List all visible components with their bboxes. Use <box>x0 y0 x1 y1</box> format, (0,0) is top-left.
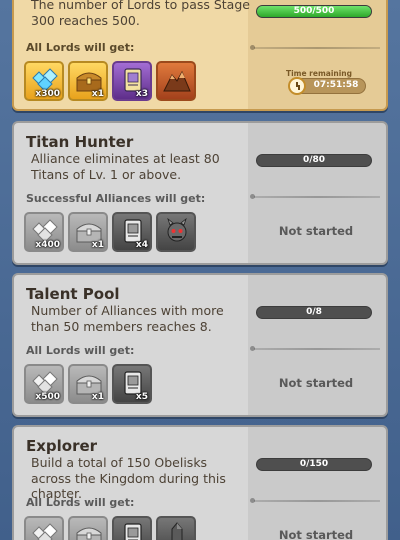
quest-description: Number of Alliances with more than 50 me… <box>31 303 224 334</box>
obelisk-icon <box>162 521 192 540</box>
divider <box>250 498 380 503</box>
diamonds-icon <box>30 521 60 540</box>
reward-quantity: x1 <box>91 392 104 402</box>
divider <box>250 346 380 351</box>
progress-text: 500/500 <box>293 6 335 16</box>
reward-quantity: x1 <box>91 240 104 250</box>
reward-item[interactable]: x5 <box>112 364 152 404</box>
reward-item[interactable] <box>156 516 196 540</box>
reward-label: All Lords will get: <box>26 41 135 54</box>
progress-bar: 0/150 <box>256 458 372 471</box>
reward-item[interactable] <box>156 212 196 252</box>
status-text: Not started <box>278 528 354 540</box>
reward-list: x500 x1 x5 <box>24 364 152 404</box>
quest-card-titan-hunter: Titan Hunter Alliance eliminates at leas… <box>12 121 388 265</box>
reward-quantity: x5 <box>135 392 148 402</box>
status-text: Not started <box>278 376 354 390</box>
reward-item[interactable]: x4 <box>112 212 152 252</box>
reward-quantity: x1 <box>91 89 104 99</box>
reward-quantity: x4 <box>135 240 148 250</box>
reward-list: x400 x1 x4 <box>24 212 196 252</box>
quest-title: Titan Hunter <box>26 133 134 151</box>
reward-quantity: x500 <box>35 392 60 402</box>
reward-list <box>24 516 196 540</box>
quest-card-explorer: Explorer Build a total of 150 Obelisks a… <box>12 425 388 540</box>
reward-item[interactable]: x300 <box>24 61 64 101</box>
quest-card-talent-pool: Talent Pool Number of Alliances with mor… <box>12 273 388 417</box>
quest-description: The number of Lords to pass Stage 300 re… <box>31 0 250 28</box>
scroll-icon <box>118 521 148 540</box>
titan-icon <box>162 217 192 245</box>
countdown-timer: 07:51:58 <box>288 77 366 95</box>
reward-quantity: x300 <box>35 89 60 99</box>
divider <box>250 45 380 50</box>
reward-label: All Lords will get: <box>26 496 135 509</box>
progress-text: 0/8 <box>306 307 322 317</box>
reward-label: Successful Alliances will get: <box>26 192 206 205</box>
reward-item[interactable]: x1 <box>68 61 108 101</box>
progress-bar: 0/8 <box>256 306 372 319</box>
reward-item[interactable] <box>156 61 196 101</box>
reward-item[interactable]: x1 <box>68 212 108 252</box>
status-text: Not started <box>278 224 354 238</box>
reward-item[interactable] <box>68 516 108 540</box>
card-side-panel <box>248 123 386 263</box>
timer-label: Time remaining <box>285 69 353 78</box>
reward-item[interactable]: x500 <box>24 364 64 404</box>
reward-item[interactable]: x400 <box>24 212 64 252</box>
reward-item[interactable] <box>112 516 152 540</box>
quest-description: Alliance eliminates at least 80 Titans o… <box>31 151 220 182</box>
quest-description: Build a total of 150 Obelisks across the… <box>31 455 226 501</box>
reward-item[interactable]: x1 <box>68 364 108 404</box>
card-side-panel <box>248 275 386 415</box>
reward-quantity: x3 <box>135 89 148 99</box>
card-side-panel <box>248 427 386 540</box>
quest-card-lords-stage: The number of Lords to pass Stage 300 re… <box>12 0 388 111</box>
quest-title: Explorer <box>26 437 98 455</box>
reward-label: All Lords will get: <box>26 344 135 357</box>
progress-text: 0/150 <box>299 459 329 469</box>
reward-quantity: x400 <box>35 240 60 250</box>
clock-icon <box>288 77 306 95</box>
reward-item[interactable]: x3 <box>112 61 152 101</box>
divider <box>250 194 380 199</box>
reward-item[interactable] <box>24 516 64 540</box>
timer-value: 07:51:58 <box>313 80 359 90</box>
chest-icon <box>74 521 104 540</box>
reward-list: x300 x1 x3 <box>24 61 196 101</box>
progress-bar: 500/500 <box>256 5 372 18</box>
orange-mountain-icon <box>162 66 192 94</box>
quest-title: Talent Pool <box>26 285 120 303</box>
progress-bar: 0/80 <box>256 154 372 167</box>
progress-text: 0/80 <box>302 155 326 165</box>
